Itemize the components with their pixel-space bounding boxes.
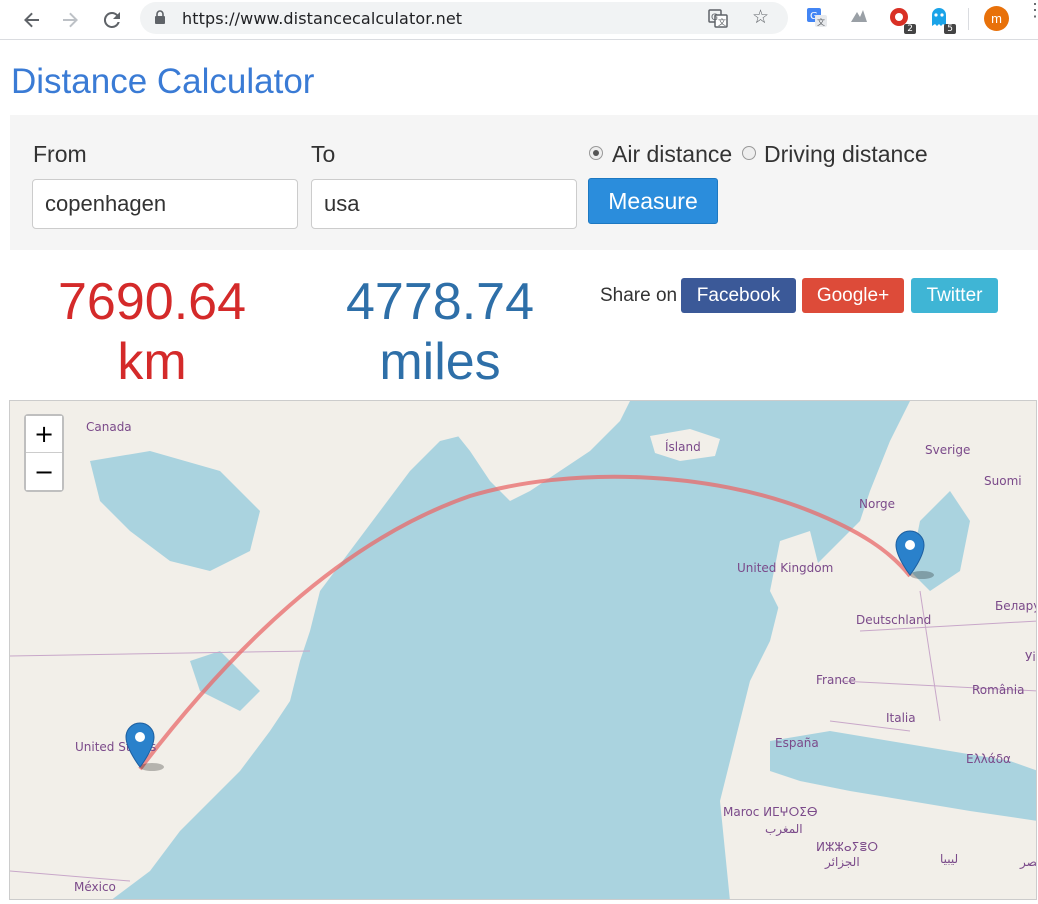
browser-toolbar: https://www.distancecalculator.net G文 ☆ … — [0, 0, 1038, 40]
map-label-mexico: México — [74, 880, 116, 894]
translate-icon[interactable]: G文 — [708, 8, 728, 33]
map-label-deutschland: Deutschland — [856, 613, 931, 627]
km-unit: km — [117, 333, 187, 391]
adblock-extension-icon[interactable]: 2 — [888, 6, 916, 34]
address-bar[interactable]: https://www.distancecalculator.net G文 ☆ — [140, 2, 788, 34]
profile-avatar[interactable]: m — [984, 6, 1009, 31]
miles-result: 4778.74 miles — [320, 272, 560, 392]
map-label-romania: România — [972, 683, 1024, 697]
extension-badge: 5 — [944, 24, 956, 34]
page-title: Distance Calculator — [11, 62, 315, 101]
greenland-land — [430, 401, 630, 501]
map-label-united-kingdom: United Kingdom — [737, 561, 833, 575]
map-view[interactable]: Canada Ísland Sverige Suomi Norge United… — [9, 400, 1037, 900]
map-label-espana: España — [775, 736, 819, 750]
miles-unit: miles — [379, 333, 501, 391]
map-label-jazair: الجزائر — [824, 855, 860, 870]
ghost-extension-icon[interactable]: 5 — [928, 6, 956, 34]
air-distance-radio[interactable] — [589, 146, 603, 160]
map-label-libya: ليبيا — [940, 852, 958, 866]
from-input[interactable] — [32, 179, 298, 229]
map-label-suomi: Suomi — [984, 474, 1022, 488]
map-zoom-control: + − — [24, 414, 64, 492]
menu-icon[interactable]: ⋮ — [1026, 1, 1038, 19]
facebook-share-button[interactable]: Facebook — [681, 278, 796, 313]
google-plus-share-button[interactable]: Google+ — [802, 278, 904, 313]
map-label-maroc: Maroc ⵍⵎⵖⵔⵉⴱ — [723, 805, 817, 819]
twitter-share-button[interactable]: Twitter — [911, 278, 998, 313]
map-label-norge: Norge — [859, 497, 895, 511]
zoom-out-button[interactable]: − — [26, 453, 62, 490]
map-canvas[interactable]: Canada Ísland Sverige Suomi Norge United… — [10, 401, 1037, 900]
reload-icon[interactable] — [98, 6, 126, 34]
driving-distance-label[interactable]: Driving distance — [764, 141, 928, 168]
back-icon[interactable] — [18, 6, 46, 34]
map-label-maghreb: المغرب — [765, 822, 803, 837]
share-label: Share on — [600, 285, 678, 306]
air-distance-label[interactable]: Air distance — [612, 141, 732, 168]
map-label-belarus: Белару — [995, 599, 1037, 613]
km-result: 7690.64 km — [42, 272, 262, 392]
map-label-ellada: Ελλάδα — [966, 752, 1011, 766]
map-label-edge-misr: مصر — [1019, 855, 1037, 870]
driving-distance-radio[interactable] — [742, 146, 756, 160]
to-label: To — [311, 141, 336, 167]
extension-tools-icon[interactable] — [848, 6, 872, 30]
url-text: https://www.distancecalculator.net — [182, 9, 463, 28]
map-label-france: France — [816, 673, 856, 687]
google-translate-extension-icon[interactable]: G文 — [806, 6, 830, 30]
extension-badge: 2 — [904, 24, 916, 34]
map-label-edge-uk: Уі — [1025, 650, 1036, 664]
svg-text:文: 文 — [718, 17, 726, 27]
map-label-island: Ísland — [665, 439, 701, 454]
map-label-canada: Canada — [86, 420, 132, 434]
to-input[interactable] — [311, 179, 577, 229]
forward-icon[interactable] — [56, 6, 84, 34]
svg-text:G: G — [711, 13, 718, 23]
from-label: From — [33, 141, 87, 167]
map-label-algerie: ⵍⵣⵣⴰⵢⴻⵔ — [816, 840, 878, 854]
north-america-land — [10, 401, 550, 899]
lock-icon — [154, 10, 166, 30]
km-value: 7690.64 — [58, 273, 246, 331]
miles-value: 4778.74 — [346, 273, 534, 331]
bookmark-star-icon[interactable]: ☆ — [752, 6, 769, 29]
measure-button[interactable]: Measure — [588, 178, 718, 224]
svg-text:文: 文 — [817, 17, 825, 27]
zoom-in-button[interactable]: + — [26, 416, 62, 453]
map-label-italia: Italia — [886, 711, 916, 725]
toolbar-divider — [968, 8, 969, 30]
map-label-sverige: Sverige — [925, 443, 970, 457]
